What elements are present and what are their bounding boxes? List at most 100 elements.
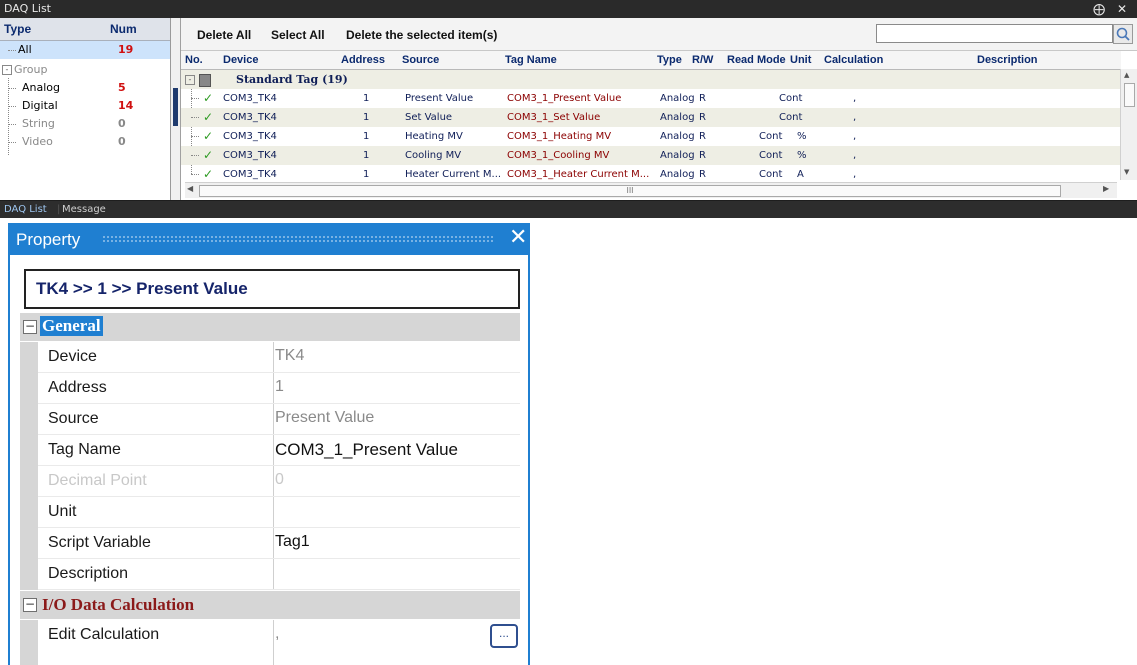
column-header[interactable]: Description xyxy=(977,54,1038,66)
column-header[interactable]: Unit xyxy=(790,54,811,66)
tag-name-field[interactable]: COM3_1_Present Value xyxy=(275,440,458,460)
scroll-down-icon[interactable]: ▼ xyxy=(1124,168,1129,176)
collapse-icon[interactable]: - xyxy=(2,65,12,75)
type-header-row: Type Num xyxy=(0,18,170,41)
scroll-thumb[interactable] xyxy=(1124,83,1135,107)
type-row-analog[interactable]: Analog 5 xyxy=(0,79,170,97)
column-header[interactable]: Calculation xyxy=(824,54,883,66)
close-icon[interactable]: ✕ xyxy=(509,225,527,250)
collapse-icon[interactable]: − xyxy=(23,598,37,612)
prop-row-tag-name[interactable]: Tag Name COM3_1_Present Value xyxy=(20,435,520,466)
column-header[interactable]: Read Mode xyxy=(727,54,786,66)
cell-rw: R xyxy=(699,112,706,123)
type-name: Video xyxy=(22,135,53,148)
type-row-string[interactable]: String 0 xyxy=(0,115,170,133)
type-name: Digital xyxy=(22,99,58,112)
prop-label: Description xyxy=(48,565,129,582)
daq-tab-strip: DAQ List | Message xyxy=(0,201,1137,218)
section-io-calculation[interactable]: − I/O Data Calculation xyxy=(20,591,520,619)
prop-row-script-variable[interactable]: Script Variable Tag1 xyxy=(20,528,520,559)
property-title: Property xyxy=(16,230,81,249)
vertical-scrollbar[interactable]: ▲ ▼ xyxy=(1120,69,1137,180)
section-io-title: I/O Data Calculation xyxy=(42,595,195,614)
prop-label: Tag Name xyxy=(48,441,121,458)
tab-message[interactable]: Message xyxy=(62,201,106,218)
scroll-thumb[interactable]: III xyxy=(199,185,1061,197)
search-input[interactable] xyxy=(876,24,1113,43)
tree-connector xyxy=(191,155,199,156)
type-name: Group xyxy=(14,63,48,76)
tree-connector xyxy=(8,88,16,89)
type-header: Type xyxy=(4,22,32,36)
cell-unit: % xyxy=(797,131,807,142)
delete-all-button[interactable]: Delete All xyxy=(197,28,251,42)
scroll-up-icon[interactable]: ▲ xyxy=(1124,71,1129,79)
cell-read-mode: Cont xyxy=(759,150,783,161)
panel-splitter[interactable] xyxy=(171,18,181,200)
cell-calculation: , xyxy=(853,112,857,123)
section-general[interactable]: − General xyxy=(20,313,520,341)
prop-row-address[interactable]: Address 1 xyxy=(20,373,520,404)
prop-label: Unit xyxy=(48,503,77,520)
tab-daq-list[interactable]: DAQ List xyxy=(4,201,47,218)
column-header[interactable]: Type xyxy=(657,54,682,66)
drag-handle[interactable] xyxy=(102,235,494,243)
prop-label: Source xyxy=(48,410,99,427)
delete-selected-button[interactable]: Delete the selected item(s) xyxy=(346,28,497,42)
type-num: 19 xyxy=(118,43,134,56)
check-icon: ✓ xyxy=(203,129,214,143)
edit-calculation-button[interactable]: ... xyxy=(490,624,518,648)
prop-row-edit-calculation[interactable]: Edit Calculation , ... xyxy=(20,620,520,651)
check-icon: ✓ xyxy=(203,148,214,162)
group-row[interactable]: - Standard Tag (19) xyxy=(181,70,1121,89)
column-header[interactable]: Tag Name xyxy=(505,54,557,66)
cell-type: Analog xyxy=(660,131,695,142)
prop-row-unit[interactable]: Unit xyxy=(20,497,520,528)
cell-source: Set Value xyxy=(405,112,453,123)
check-icon: ✓ xyxy=(203,91,214,105)
collapse-icon[interactable]: − xyxy=(23,320,37,334)
script-variable-field[interactable]: Tag1 xyxy=(275,533,310,551)
select-all-button[interactable]: Select All xyxy=(271,28,325,42)
column-header[interactable]: Address xyxy=(341,54,385,66)
scroll-right-icon[interactable]: ▶ xyxy=(1103,184,1109,193)
prop-row-source[interactable]: Source Present Value xyxy=(20,404,520,435)
type-row-digital[interactable]: Digital 14 xyxy=(0,97,170,115)
table-row[interactable]: ✓ COM3_TK4 1 Cooling MV COM3_1_Cooling M… xyxy=(181,146,1121,165)
cell-device: COM3_TK4 xyxy=(223,131,277,142)
tag-list-panel: Delete All Select All Delete the selecte… xyxy=(181,18,1137,200)
cell-tag-name: COM3_1_Set Value xyxy=(507,112,601,123)
prop-row-device[interactable]: Device TK4 xyxy=(20,342,520,373)
tree-connector xyxy=(8,124,16,125)
cell-type: Analog xyxy=(660,93,695,104)
search-icon[interactable] xyxy=(1113,24,1133,44)
cell-tag-name: COM3_1_Present Value xyxy=(507,93,622,104)
column-header[interactable]: No. xyxy=(185,54,203,66)
type-row-all[interactable]: All 19 xyxy=(0,41,170,59)
prop-value: TK4 xyxy=(275,347,305,364)
prop-value: 0 xyxy=(275,471,284,488)
property-header: Property ✕ xyxy=(8,223,530,255)
table-row[interactable]: ✓ COM3_TK4 1 Present Value COM3_1_Presen… xyxy=(181,89,1121,108)
cell-device: COM3_TK4 xyxy=(223,150,277,161)
prop-value: Present Value xyxy=(275,409,375,426)
column-header[interactable]: R/W xyxy=(692,54,713,66)
prop-row-description[interactable]: Description xyxy=(20,559,520,590)
table-row[interactable]: ✓ COM3_TK4 1 Heating MV COM3_1_Heating M… xyxy=(181,127,1121,146)
splitter-grip-icon[interactable] xyxy=(173,88,178,126)
prop-row-empty xyxy=(20,651,520,665)
daq-window-controls[interactable]: ⨁ ✕ xyxy=(1093,0,1131,18)
horizontal-scrollbar[interactable]: ◀ III ▶ xyxy=(185,182,1117,198)
type-row-video[interactable]: Video 0 xyxy=(0,133,170,151)
collapse-icon[interactable]: - xyxy=(185,75,195,85)
type-name: All xyxy=(18,43,32,56)
column-header[interactable]: Source xyxy=(402,54,439,66)
type-row-group[interactable]: - Group xyxy=(0,61,170,79)
cell-tag-name: COM3_1_Heating MV xyxy=(507,131,612,142)
scroll-left-icon[interactable]: ◀ xyxy=(187,184,193,193)
type-num: 5 xyxy=(118,81,126,94)
cell-rw: R xyxy=(699,93,706,104)
table-row[interactable]: ✓ COM3_TK4 1 Set Value COM3_1_Set Value … xyxy=(181,108,1121,127)
column-header[interactable]: Device xyxy=(223,54,258,66)
type-name: String xyxy=(22,117,55,130)
